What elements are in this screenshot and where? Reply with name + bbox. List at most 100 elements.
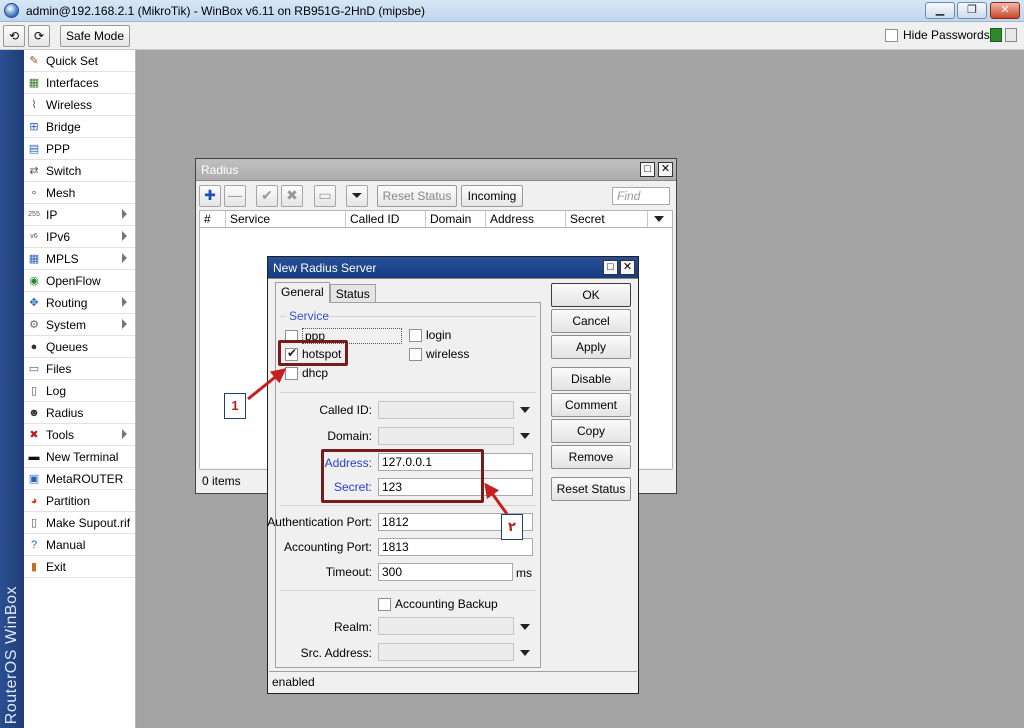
comment-button[interactable]: ▭ <box>314 185 336 207</box>
sidebar-item-switch[interactable]: ⇄ Switch <box>24 160 135 182</box>
filter-icon: ⏷ <box>351 187 363 203</box>
dialog-titlebar[interactable]: New Radius Server □ ✕ <box>268 257 638 279</box>
reset-status-toolbar-button[interactable]: Reset Status <box>377 185 457 207</box>
dhcp-checkbox[interactable] <box>285 366 298 380</box>
copy-button[interactable]: Copy <box>551 419 631 443</box>
sidebar-item-log[interactable]: ▯ Log <box>24 380 135 402</box>
sidebar-item-routing[interactable]: ✥ Routing <box>24 292 135 314</box>
hide-passwords-checkbox[interactable] <box>885 28 898 42</box>
sidebar-item-openflow[interactable]: ◉ OpenFlow <box>24 270 135 292</box>
sidebar-item-ip[interactable]: 255 IP <box>24 204 135 226</box>
enable-button[interactable]: ✔ <box>256 185 278 207</box>
called-id-input[interactable] <box>378 401 514 419</box>
tab-status[interactable]: Status <box>329 284 376 303</box>
accounting-backup-checkbox[interactable] <box>378 597 391 611</box>
close-button[interactable]: ✕ <box>990 2 1020 19</box>
sidebar-item-metarouter[interactable]: ▣ MetaROUTER <box>24 468 135 490</box>
remove-button[interactable]: — <box>224 185 246 207</box>
service-login-option[interactable]: login <box>409 328 451 342</box>
login-checkbox[interactable] <box>409 328 422 342</box>
sidebar-item-radius[interactable]: ☻ Radius <box>24 402 135 424</box>
ok-button[interactable]: OK <box>551 283 631 307</box>
log-icon: ▯ <box>30 385 38 397</box>
sidebar-item-label: Manual <box>46 537 86 552</box>
tab-general[interactable]: General <box>275 282 330 303</box>
dialog-maximize-button[interactable]: □ <box>603 260 618 275</box>
safe-mode-button[interactable]: Safe Mode <box>60 25 130 47</box>
col-address[interactable]: Address <box>486 211 566 227</box>
sidebar-item-ipv6[interactable]: v6 IPv6 <box>24 226 135 248</box>
column-menu-button[interactable] <box>648 211 672 227</box>
cancel-button[interactable]: Cancel <box>551 309 631 333</box>
submenu-arrow-icon <box>122 231 127 241</box>
sidebar-item-tools[interactable]: ✖ Tools <box>24 424 135 446</box>
hide-passwords-option[interactable]: Hide Passwords <box>885 28 990 42</box>
service-divider-right <box>330 316 536 317</box>
col-service[interactable]: Service <box>226 211 346 227</box>
sidebar-item-files[interactable]: ▭ Files <box>24 358 135 380</box>
partition-icon: ◕ <box>30 494 38 507</box>
comment-button[interactable]: Comment <box>551 393 631 417</box>
domain-input[interactable] <box>378 427 514 445</box>
minimize-button[interactable]: ▁ <box>925 2 955 19</box>
radius-window-titlebar[interactable]: Radius □ ✕ <box>196 159 676 181</box>
hide-passwords-label: Hide Passwords <box>903 28 990 42</box>
disable-button[interactable]: Disable <box>551 367 631 391</box>
sidebar-item-interfaces[interactable]: ▦ Interfaces <box>24 72 135 94</box>
reset-status-button[interactable]: Reset Status <box>551 477 631 501</box>
sidebar-item-quick-set[interactable]: ✎ Quick Set <box>24 50 135 72</box>
tools-icon: ✖ <box>29 429 39 441</box>
col-called-id[interactable]: Called ID <box>346 211 426 227</box>
sidebar-item-label: New Terminal <box>46 449 119 464</box>
realm-input[interactable] <box>378 617 514 635</box>
src-address-input[interactable] <box>378 643 514 661</box>
filter-button[interactable]: ⏷ <box>346 185 368 207</box>
acct-port-input[interactable]: 1813 <box>378 538 533 556</box>
col-domain[interactable]: Domain <box>426 211 486 227</box>
wireless-checkbox[interactable] <box>409 347 422 361</box>
add-button[interactable]: ✚ <box>199 185 221 207</box>
sidebar-item-make-supout-rif[interactable]: ▯ Make Supout.rif <box>24 512 135 534</box>
radius-close-button[interactable]: ✕ <box>658 162 673 177</box>
sidebar-item-mpls[interactable]: ▦ MPLS <box>24 248 135 270</box>
dialog-close-button[interactable]: ✕ <box>620 260 635 275</box>
sidebar-item-queues[interactable]: ● Queues <box>24 336 135 358</box>
sidebar-item-label: Log <box>46 383 67 398</box>
sidebar-item-system[interactable]: ⚙ System <box>24 314 135 336</box>
sidebar-item-label: MPLS <box>46 251 79 266</box>
called-id-dropdown-icon[interactable] <box>520 407 530 413</box>
dhcp-label: dhcp <box>302 366 329 380</box>
remove-button[interactable]: Remove <box>551 445 631 469</box>
service-dhcp-option[interactable]: dhcp <box>285 366 328 380</box>
find-input[interactable]: Find <box>612 187 670 205</box>
col-number[interactable]: # <box>200 211 226 227</box>
timeout-input[interactable]: 300 <box>378 563 513 581</box>
exit-icon: ▮ <box>30 561 38 573</box>
col-secret[interactable]: Secret <box>566 211 648 227</box>
main-toolbar: ⟲ ⟳ Safe Mode Hide Passwords <box>0 22 1024 50</box>
radius-maximize-button[interactable]: □ <box>640 162 655 177</box>
sidebar-item-mesh[interactable]: ∘ Mesh <box>24 182 135 204</box>
sidebar-item-exit[interactable]: ▮ Exit <box>24 556 135 578</box>
domain-dropdown-icon[interactable] <box>520 433 530 439</box>
disable-button[interactable]: ✖ <box>281 185 303 207</box>
src-address-dropdown-icon[interactable] <box>520 650 530 656</box>
apply-button[interactable]: Apply <box>551 335 631 359</box>
radius-icon: ☻ <box>28 406 40 419</box>
sidebar-item-partition[interactable]: ◕ Partition <box>24 490 135 512</box>
undo-button[interactable]: ⟲ <box>3 25 25 47</box>
sidebar-item-new-terminal[interactable]: ▬ New Terminal <box>24 446 135 468</box>
restore-button[interactable]: ❐ <box>957 2 987 19</box>
sidebar-item-manual[interactable]: ? Manual <box>24 534 135 556</box>
incoming-button[interactable]: Incoming <box>461 185 523 207</box>
redo-button[interactable]: ⟳ <box>28 25 50 47</box>
sidebar-item-ppp[interactable]: ▤ PPP <box>24 138 135 160</box>
realm-dropdown-icon[interactable] <box>520 624 530 630</box>
service-wireless-option[interactable]: wireless <box>409 347 469 361</box>
interfaces-icon: ▦ <box>28 77 40 89</box>
submenu-arrow-icon <box>122 319 127 329</box>
sidebar-item-wireless[interactable]: ⌇ Wireless <box>24 94 135 116</box>
sidebar-item-bridge[interactable]: ⊞ Bridge <box>24 116 135 138</box>
sidebar-item-label: Files <box>46 361 72 376</box>
accounting-backup-option[interactable]: Accounting Backup <box>378 597 498 611</box>
